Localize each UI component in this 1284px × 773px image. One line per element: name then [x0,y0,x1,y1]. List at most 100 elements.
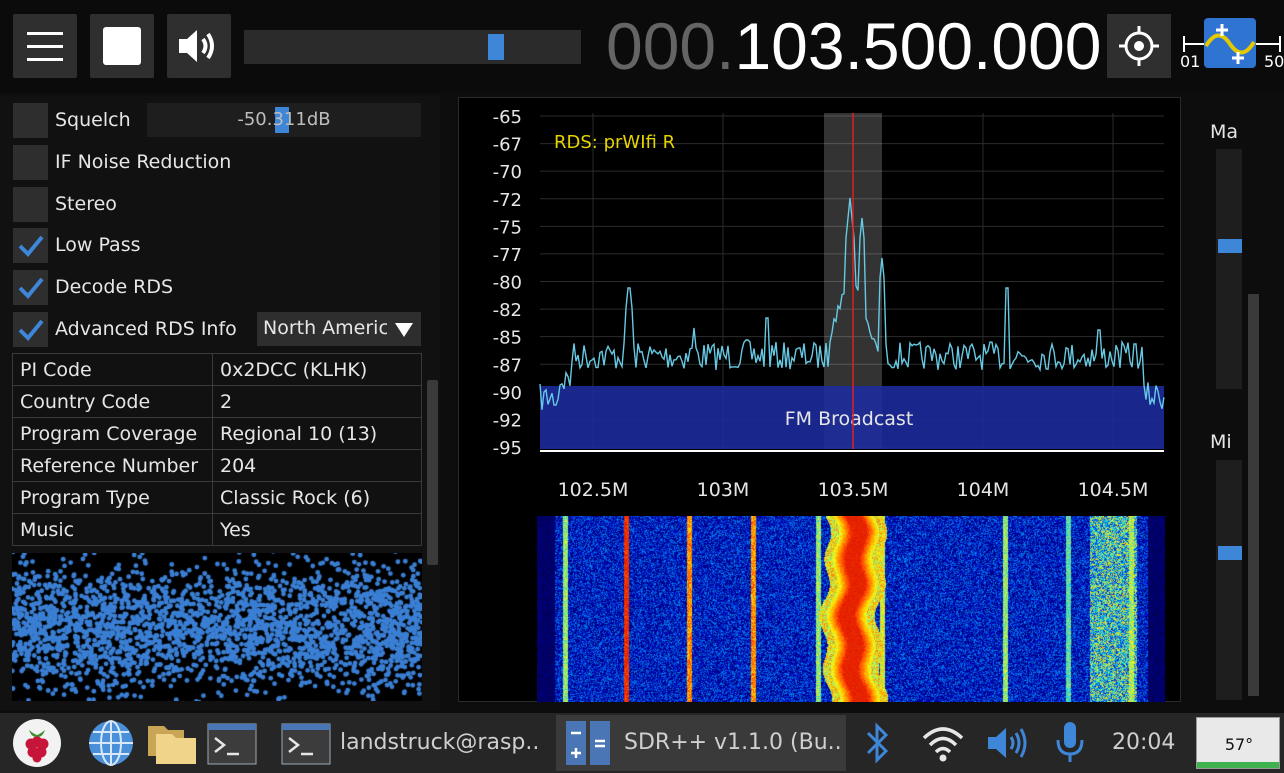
frequency-leading-digits[interactable]: 000. [606,9,734,83]
demodulator-options-panel: Squelch -50.311dB IF Noise Reduction Ste… [0,95,440,710]
raspberry-pi-menu-icon[interactable] [10,718,64,768]
terminal-task-label[interactable]: landstruck@rasp.. [340,730,539,755]
cpu-temperature-bar [1197,762,1279,768]
os-taskbar: landstruck@rasp.. SDR++ v1.1.0 (Bu.. 20:… [0,713,1284,773]
if-noise-reduction-label: IF Noise Reduction [55,151,232,173]
x-axis-tick-label: 104.5M [1078,479,1149,501]
rds-info-value: 0x2DCC (KLHK) [212,353,422,386]
rds-info-table: PI Code 0x2DCC (KLHK) Country Code 2 Program… [12,353,422,546]
file-manager-icon[interactable] [144,718,200,768]
rds-overlay-text: RDS: prWIfi R [554,132,675,153]
checkmark-icon [18,235,44,257]
rds-info-value: 2 [212,385,422,418]
x-axis-tick-label: 104M [957,479,1010,501]
fft-range-panel: Ma Mi [1200,97,1284,707]
sdr-app-icon [566,721,610,765]
max-label: Ma [1210,121,1239,143]
sdr-task-button[interactable]: SDR++ v1.1.0 (Bu.. [556,715,846,771]
rds-info-row: PI Code 0x2DCC (KLHK) [12,353,422,386]
checkmark-icon [18,319,44,341]
fft-max-slider[interactable] [1216,149,1242,389]
y-axis-tick-label: -70 [493,162,522,183]
mini-tuner-right-label: 50 [1264,52,1284,71]
stop-icon [103,27,141,65]
y-axis-tick-label: -82 [493,300,522,321]
left-panel-scrollbar[interactable] [427,380,438,565]
y-axis-tick-label: -77 [493,245,522,266]
volume-slider-handle[interactable] [487,34,504,60]
rds-info-key: Reference Number [12,449,213,482]
speaker-icon [179,30,214,62]
terminal-icon[interactable] [206,718,258,768]
mini-tuner-widget[interactable]: 01 50 [1180,14,1284,78]
y-axis-tick-label: -95 [493,438,522,459]
web-browser-icon[interactable] [86,718,136,768]
y-axis-tick-label: -90 [493,383,522,404]
y-axis-tick-label: -80 [493,273,522,294]
band-plan-label: FM Broadcast [785,408,914,430]
rds-info-key: Country Code [12,385,213,418]
rds-info-row: Reference Number 204 [12,449,422,482]
checkmark-icon [18,277,44,299]
low-pass-label: Low Pass [55,234,141,256]
sdr-app-window: 000.103.500.000 01 50 Squelch -50.311dB … [0,0,1284,773]
cpu-temperature-value: 57° [1224,735,1254,754]
stereo-checkbox[interactable] [13,187,48,222]
terminal-task-icon[interactable] [280,718,332,768]
rds-info-row: Program Coverage Regional 10 (13) [12,417,422,450]
squelch-slider[interactable]: -50.311dB [147,103,421,137]
microphone-icon[interactable] [1050,718,1090,768]
volume-icon[interactable] [984,718,1034,768]
y-axis-tick-label: -75 [493,217,522,238]
menu-button[interactable] [13,14,77,78]
crosshair-icon [1119,26,1159,66]
squelch-checkbox[interactable] [13,103,48,138]
top-toolbar: 000.103.500.000 01 50 [0,0,1284,92]
x-axis-tick-label: 103M [697,479,750,501]
bluetooth-icon[interactable] [860,718,896,768]
y-axis-tick-label: -92 [493,410,522,431]
clock[interactable]: 20:04 [1112,730,1175,755]
rds-info-key: Program Type [12,481,213,514]
wifi-icon[interactable] [918,718,968,768]
rds-region-select[interactable]: North America [257,312,421,346]
center-tuning-button[interactable] [1107,14,1171,78]
rds-info-row: Country Code 2 [12,385,422,418]
x-axis-tick-label: 103.5M [818,479,889,501]
stereo-label: Stereo [55,193,117,215]
cpu-temperature-monitor[interactable]: 57° [1196,717,1280,769]
rds-info-key: PI Code [12,353,213,386]
rds-info-row: Music Yes [12,513,422,546]
y-axis-tick-label: -72 [493,190,522,211]
rds-info-value: 204 [212,449,422,482]
sdr-task-label: SDR++ v1.1.0 (Bu.. [624,730,842,755]
min-label: Mi [1210,431,1232,453]
advanced-rds-checkbox[interactable] [13,312,48,347]
y-axis-tick-label: -85 [493,328,522,349]
waterfall-display[interactable] [537,516,1165,702]
frequency-digits[interactable]: 103.500.000 [734,9,1101,83]
mute-button[interactable] [167,14,231,78]
stop-button[interactable] [90,14,154,78]
squelch-value: -50.311dB [237,109,331,130]
if-noise-reduction-checkbox[interactable] [13,145,48,180]
rds-info-row: Program Type Classic Rock (6) [12,481,422,514]
rds-region-value: North America [263,317,401,339]
decode-rds-label: Decode RDS [55,276,174,298]
right-panel-scrollbar[interactable] [1248,294,1259,696]
low-pass-checkbox[interactable] [13,228,48,263]
fft-max-slider-handle[interactable] [1218,239,1242,254]
fft-min-slider-handle[interactable] [1218,545,1242,560]
rds-info-value: Regional 10 (13) [212,417,422,450]
rds-info-value: Yes [212,513,422,546]
dropdown-arrow-icon[interactable] [387,312,421,346]
advanced-rds-label: Advanced RDS Info [55,318,237,340]
fft-min-slider[interactable] [1216,460,1242,700]
fft-spectrum-plot[interactable]: -65-67-70-72-75-77-80-82-85-87-90-92-95 … [459,98,1182,513]
volume-slider[interactable] [244,30,581,64]
spectrum-waterfall-view[interactable]: -65 -67 -70 -72 -75 -77 -80 -82 -85 -87 -90 -92 -95 … [458,97,1181,702]
frequency-display[interactable]: 000.103.500.000 [606,6,1102,86]
rds-info-key: Music [12,513,213,546]
decode-rds-checkbox[interactable] [13,270,48,305]
y-axis-tick-label: -87 [493,355,522,376]
